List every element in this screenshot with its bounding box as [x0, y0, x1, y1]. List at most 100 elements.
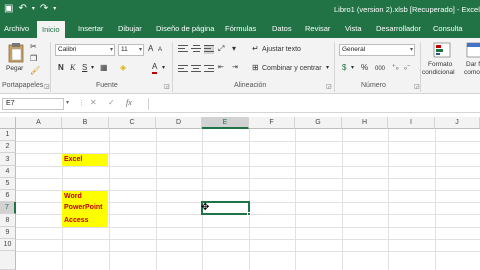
column-header[interactable]: J: [435, 117, 480, 129]
redo-icon[interactable]: ↷: [40, 3, 48, 15]
chevron-down-icon[interactable]: ▾: [91, 63, 94, 73]
align-center-icon[interactable]: [191, 65, 201, 74]
row-header[interactable]: 4: [0, 166, 16, 178]
window-title: Libro1 (version 2).xlsb [Recuperado] - E…: [334, 5, 480, 14]
font-size-dropdown[interactable]: 11 ▾: [118, 44, 144, 56]
decrease-decimal-icon[interactable]: ₀⁻: [404, 63, 411, 73]
bold-button[interactable]: N: [58, 63, 64, 73]
italic-button[interactable]: K: [70, 63, 75, 73]
gridline: [435, 129, 436, 270]
column-header[interactable]: C: [109, 117, 156, 129]
percent-button[interactable]: %: [361, 63, 368, 73]
row-header[interactable]: 5: [0, 178, 16, 190]
column-header[interactable]: I: [388, 117, 435, 129]
column-header[interactable]: H: [342, 117, 388, 129]
shrink-font-icon[interactable]: A: [158, 45, 162, 55]
clipboard-launcher-icon[interactable]: ◲: [44, 83, 50, 90]
number-launcher-icon[interactable]: ◲: [414, 83, 420, 90]
chevron-down-icon[interactable]: ▾: [351, 63, 354, 73]
orientation-icon[interactable]: ⤢: [218, 44, 224, 54]
cancel-icon[interactable]: ✕: [90, 98, 97, 107]
column-header[interactable]: G: [295, 117, 342, 129]
chevron-down-icon: ▾: [409, 47, 413, 53]
merge-center-icon[interactable]: ⊞: [252, 63, 259, 73]
column-header[interactable]: B: [62, 117, 109, 129]
name-box[interactable]: E7: [2, 98, 64, 110]
cell-b6[interactable]: Word: [62, 191, 108, 202]
save-icon[interactable]: ▣: [4, 3, 13, 15]
increase-indent-icon[interactable]: ⇥: [232, 63, 238, 73]
row-header[interactable]: 9: [0, 227, 16, 239]
column-header[interactable]: A: [16, 117, 62, 129]
font-name-dropdown[interactable]: Calibri ▾: [55, 44, 115, 56]
insert-function-icon[interactable]: fx: [126, 98, 132, 107]
fill-handle[interactable]: [247, 212, 251, 216]
name-box-value: E7: [6, 100, 15, 107]
align-middle-icon[interactable]: [191, 45, 201, 54]
customize-qat-icon[interactable]: ▾: [53, 3, 56, 15]
currency-button[interactable]: $: [342, 63, 346, 73]
underline-button[interactable]: S: [82, 63, 87, 73]
column-header[interactable]: F: [249, 117, 295, 129]
undo-icon[interactable]: ↶: [18, 3, 26, 15]
chevron-down-icon[interactable]: ▾: [66, 99, 69, 106]
cut-icon[interactable]: ✂: [30, 42, 37, 52]
tab-insertar[interactable]: Insertar: [78, 20, 103, 38]
row-header[interactable]: 6: [0, 190, 16, 202]
tab-consulta[interactable]: Consulta: [433, 20, 463, 38]
merge-center-button[interactable]: Combinar y centrar: [262, 64, 322, 74]
align-top-icon[interactable]: [178, 45, 188, 54]
paste-button[interactable]: Pegar: [6, 42, 26, 74]
tab-formulas[interactable]: Fórmulas: [225, 20, 256, 38]
wrap-text-icon[interactable]: ↵: [252, 44, 259, 54]
borders-icon[interactable]: ▦: [100, 63, 108, 73]
worksheet-grid[interactable]: A B C D E F G H I J 1 2 3 4 5 6 7 8 9 10: [0, 117, 480, 270]
row-header[interactable]: 2: [0, 141, 16, 153]
chevron-down-icon[interactable]: ▾: [162, 63, 165, 73]
row-header[interactable]: 8: [0, 214, 16, 227]
cell-b8[interactable]: Access: [62, 214, 108, 227]
tab-datos[interactable]: Datos: [272, 20, 292, 38]
font-launcher-icon[interactable]: ◲: [164, 83, 170, 90]
enter-icon[interactable]: ✓: [108, 98, 115, 107]
format-as-table-button[interactable]: Dar f como t: [464, 42, 480, 82]
chevron-down-icon[interactable]: ▾: [326, 63, 329, 73]
tab-inicio[interactable]: Inicio: [37, 20, 65, 38]
tab-dibujar[interactable]: Dibujar: [118, 20, 142, 38]
decrease-indent-icon[interactable]: ⇤: [218, 63, 224, 73]
comma-style-button[interactable]: 000: [375, 64, 385, 74]
grow-font-icon[interactable]: A: [148, 44, 153, 54]
align-right-icon[interactable]: [204, 65, 214, 74]
fill-color-icon[interactable]: ◈: [120, 63, 126, 73]
font-size-value: 11: [121, 46, 128, 53]
number-format-dropdown[interactable]: General ▾: [339, 44, 415, 56]
tab-revisar[interactable]: Revisar: [305, 20, 330, 38]
formula-input[interactable]: [148, 98, 478, 110]
row-header[interactable]: 7: [0, 202, 16, 214]
tab-diseno-pagina[interactable]: Diseño de página: [156, 20, 214, 38]
row-header-partial[interactable]: [0, 251, 16, 270]
row-header[interactable]: 10: [0, 239, 16, 251]
align-left-icon[interactable]: [178, 65, 188, 74]
tab-archivo[interactable]: Archivo: [4, 20, 29, 38]
wrap-text-button[interactable]: Ajustar texto: [262, 45, 301, 55]
title-bar: ▣ ↶ ▾ ↷ ▾ Libro1 (version 2).xlsb [Recup…: [0, 0, 480, 20]
row-header[interactable]: 1: [0, 129, 16, 141]
alignment-launcher-icon[interactable]: ◲: [326, 83, 332, 90]
increase-decimal-icon[interactable]: ⁺₀: [392, 63, 399, 73]
row-header[interactable]: 3: [0, 153, 16, 166]
select-all-corner[interactable]: [0, 117, 16, 129]
align-bottom-icon[interactable]: [204, 45, 214, 54]
column-header[interactable]: D: [156, 117, 202, 129]
conditional-format-button[interactable]: Formato condicional: [422, 42, 462, 82]
chevron-down-icon[interactable]: ▾: [232, 44, 236, 54]
tab-desarrollador[interactable]: Desarrollador: [376, 20, 421, 38]
tab-vista[interactable]: Vista: [345, 20, 362, 38]
format-painter-icon[interactable]: 🖌: [30, 66, 40, 76]
undo-dropdown-icon[interactable]: ▾: [32, 3, 35, 15]
cell-b3[interactable]: Excel: [62, 154, 108, 166]
cell-b7[interactable]: PowerPoint: [62, 202, 108, 214]
font-color-button[interactable]: A: [152, 62, 158, 74]
column-header[interactable]: E: [202, 117, 249, 129]
copy-icon[interactable]: ❐: [30, 54, 37, 64]
